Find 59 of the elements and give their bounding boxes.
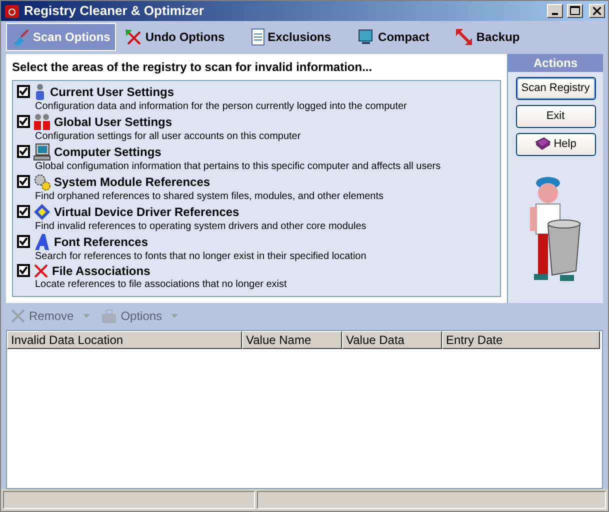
tab[interactable]: Exclusions <box>244 23 338 52</box>
tab[interactable]: Undo Options <box>118 23 231 52</box>
column-header[interactable]: Invalid Data Location <box>7 330 242 349</box>
area-description: Global configumation information that pertains to this specific computer and affects all users <box>35 160 442 172</box>
gears-icon <box>33 172 51 191</box>
computer-icon <box>33 142 51 161</box>
area-title: Global User Settings <box>54 114 172 129</box>
action-button[interactable]: Help <box>516 132 596 156</box>
close-icon <box>593 6 601 15</box>
panel-heading: Select the areas of the registry to scan for invalid information... <box>12 60 374 74</box>
area-title: Font References <box>54 234 148 249</box>
action-button[interactable]: Scan Registry <box>516 76 596 100</box>
tab[interactable]: Backup <box>449 23 526 52</box>
area-title: Current User Settings <box>50 84 174 99</box>
checkbox[interactable] <box>17 205 30 218</box>
area-description: Search for references to fonts that no longer exist in their specified location <box>35 250 368 262</box>
cross-icon <box>10 308 26 324</box>
cross-arrow-icon <box>124 28 142 46</box>
maximize-button[interactable] <box>567 4 583 18</box>
close-button[interactable] <box>589 4 605 18</box>
minimize-button[interactable] <box>547 4 563 18</box>
book-icon <box>534 137 551 152</box>
checkbox[interactable] <box>17 264 30 278</box>
broom-icon <box>12 28 30 46</box>
actions-header: Actions <box>508 54 603 72</box>
checkbox[interactable] <box>17 175 30 188</box>
checkbox[interactable] <box>17 235 30 248</box>
area-description: Find orphaned references to shared system files, modules, and other elements <box>35 190 385 202</box>
area-title: File Associations <box>52 264 150 278</box>
caret-icon <box>82 314 90 318</box>
people-icon <box>33 112 51 131</box>
area-description: Locate references to file associations that no longer exist <box>35 278 288 290</box>
monitor-icon <box>357 28 376 46</box>
column-header[interactable]: Entry Date <box>442 330 600 349</box>
action-button[interactable]: Exit <box>516 104 596 128</box>
area-title: Virtual Device Driver References <box>54 204 240 219</box>
area-description: Configuration settings for all user accounts on this computer <box>35 130 302 142</box>
toolbox-icon <box>100 308 118 324</box>
diamond-icon <box>33 202 51 221</box>
area-title: Computer Settings <box>54 144 162 159</box>
area-title: System Module References <box>54 174 210 189</box>
area-description: Configuration data and information for the person currently logged into the computer <box>35 100 408 112</box>
document-icon <box>250 28 265 46</box>
tab[interactable]: Compact <box>351 23 436 52</box>
column-header[interactable]: Value Data <box>342 330 442 349</box>
app-icon <box>4 2 20 19</box>
column-header[interactable]: Value Name <box>242 330 342 349</box>
person-icon <box>33 82 47 101</box>
maximize-icon <box>570 6 580 16</box>
checkbox[interactable] <box>17 115 30 128</box>
letter-icon <box>33 232 51 251</box>
area-description: Find invalid references to operating system drivers and other core modules <box>35 220 368 232</box>
minimize-icon <box>552 12 558 15</box>
caret-icon <box>171 314 178 318</box>
checkbox[interactable] <box>17 85 30 98</box>
double-arrow-icon <box>455 28 474 46</box>
checkbox[interactable] <box>17 145 30 158</box>
window-title: Registry Cleaner & Optimizer <box>24 3 205 18</box>
cross-icon <box>33 262 49 279</box>
